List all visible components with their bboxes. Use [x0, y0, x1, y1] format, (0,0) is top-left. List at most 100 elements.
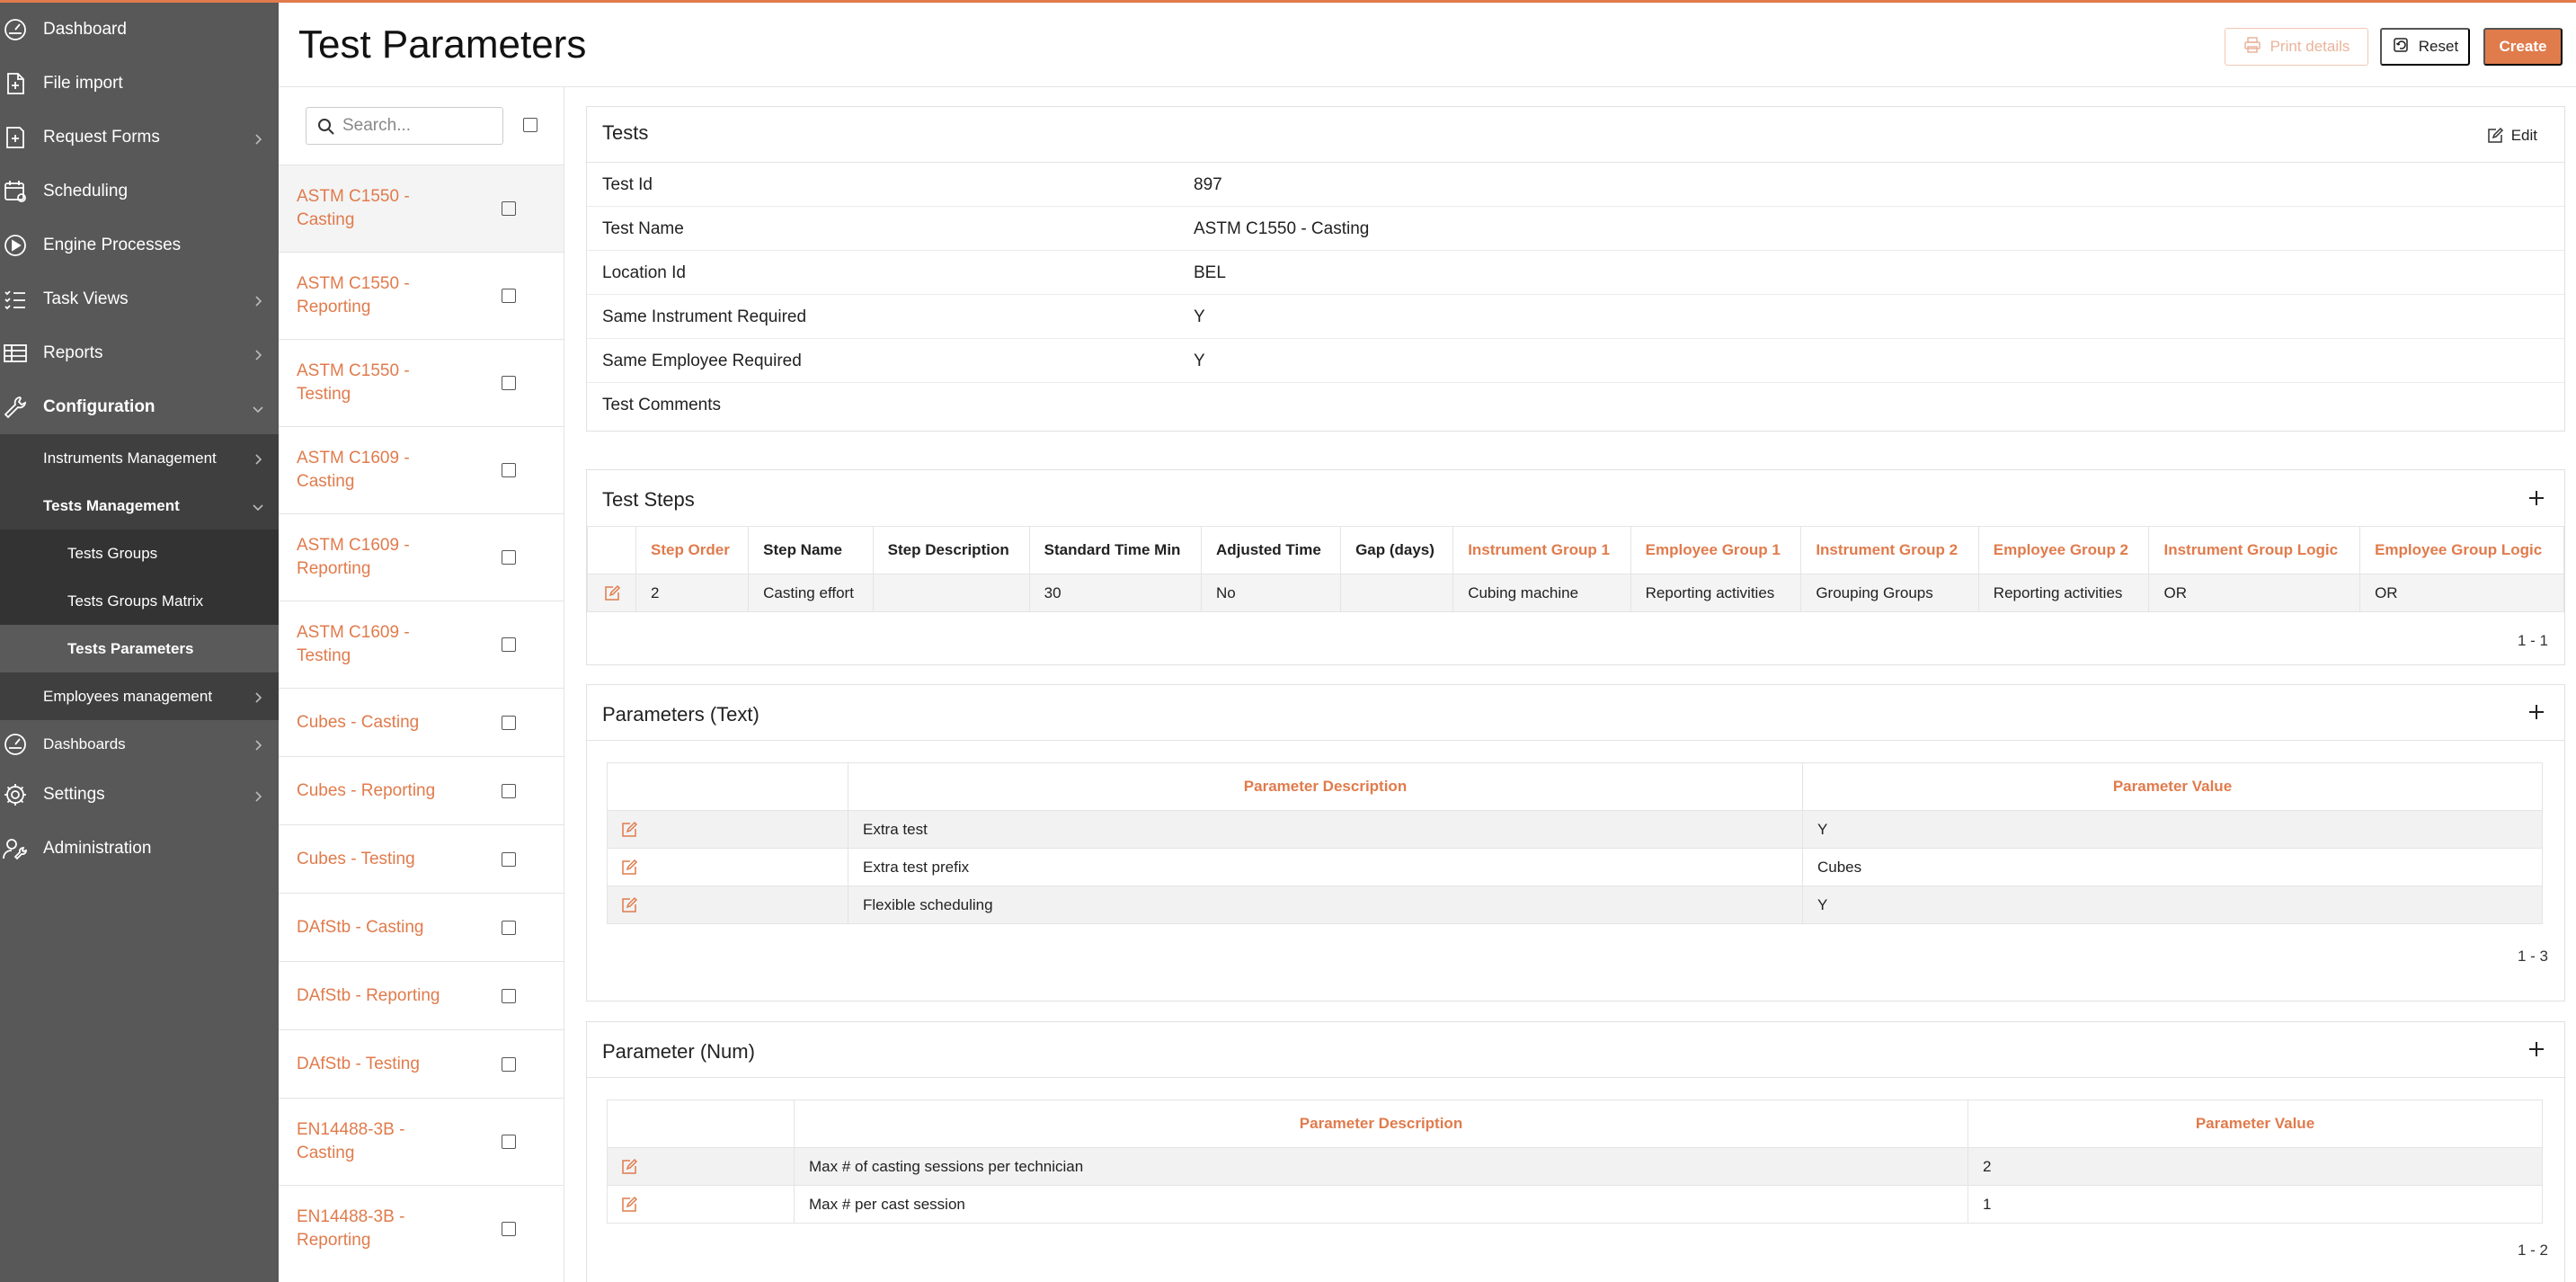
test-list-item-name[interactable]: ASTM C1609 - Casting — [297, 447, 467, 494]
test-list-item[interactable]: ASTM C1550 - Reporting — [279, 252, 564, 339]
test-list-item[interactable]: ASTM C1609 - Reporting — [279, 513, 564, 601]
row-edit-icon[interactable] — [607, 810, 848, 849]
select-all-checkbox[interactable] — [523, 118, 537, 132]
test-list-item-name[interactable]: Cubes - Reporting — [297, 779, 467, 803]
printer-icon — [2243, 36, 2261, 58]
column-header[interactable]: Parameter Value — [1968, 1099, 2543, 1148]
table-header-row: Parameter Description Parameter Value — [607, 762, 2543, 811]
sidebar-item-scheduling[interactable]: Scheduling — [0, 165, 279, 218]
sidebar-item-engine-processes[interactable]: Engine Processes — [0, 218, 279, 272]
test-list-item[interactable]: EN14488-3B - Casting — [279, 1098, 564, 1185]
chevron-right-icon — [252, 788, 264, 802]
column-header[interactable]: Gap (days) — [1340, 526, 1454, 574]
edit-column-header — [607, 762, 848, 811]
column-header[interactable]: Step Name — [748, 526, 874, 574]
column-header[interactable]: Step Description — [872, 526, 1030, 574]
test-list-item-name[interactable]: EN14488-3B - Casting — [297, 1118, 467, 1165]
test-list-item[interactable]: ASTM C1609 - Testing — [279, 601, 564, 688]
test-list-item-name[interactable]: Cubes - Testing — [297, 848, 467, 871]
create-button[interactable]: Create — [2483, 28, 2563, 66]
test-list-item[interactable]: DAfStb - Testing — [279, 1029, 564, 1098]
print-details-button[interactable]: Print details — [2225, 28, 2368, 66]
test-list-item-checkbox[interactable] — [502, 1056, 516, 1072]
row-edit-icon[interactable] — [607, 886, 848, 924]
test-list-item[interactable]: Cubes - Reporting — [279, 756, 564, 824]
test-steps-table-wrap: Step Order Step Name Step Description Stand… — [587, 526, 2564, 612]
search-input[interactable] — [342, 108, 501, 144]
test-list-item-checkbox[interactable] — [502, 783, 516, 798]
test-list-item[interactable]: Cubes - Testing — [279, 824, 564, 893]
test-list-item-checkbox[interactable] — [502, 201, 516, 216]
test-list-item[interactable]: ASTM C1550 - Casting — [279, 165, 564, 252]
column-header[interactable]: Parameter Description — [794, 1099, 1968, 1148]
column-header[interactable]: Employee Group 2 — [1977, 526, 2150, 574]
tests-field-row: Test Comments — [587, 383, 2564, 427]
sidebar-sub-tests-management[interactable]: Tests Management — [0, 482, 279, 530]
sidebar-sub-tests-groups-matrix[interactable]: Tests Groups Matrix — [0, 577, 279, 625]
edit-button[interactable]: Edit — [2486, 127, 2537, 145]
column-header[interactable]: Parameter Description — [848, 762, 1803, 811]
test-list-item-name[interactable]: ASTM C1550 - Casting — [297, 185, 467, 232]
test-list-item-checkbox[interactable] — [502, 1135, 516, 1149]
column-header[interactable]: Standard Time Min — [1028, 526, 1202, 574]
column-header[interactable]: Employee Group 1 — [1630, 526, 1802, 574]
add-text-parameter-plus-icon[interactable] — [2527, 702, 2546, 722]
test-list-item-checkbox[interactable] — [502, 550, 516, 565]
sidebar-item-task-views[interactable]: Task Views — [0, 272, 279, 326]
sidebar-sub-tests-groups[interactable]: Tests Groups — [0, 530, 279, 577]
sidebar-item-file-import[interactable]: File import — [0, 57, 279, 111]
test-list-item-checkbox[interactable] — [502, 376, 516, 390]
sidebar-sub-employees-management[interactable]: Employees management — [0, 672, 279, 720]
sidebar-sub-instruments-management[interactable]: Instruments Management — [0, 434, 279, 482]
add-step-plus-icon[interactable] — [2527, 488, 2546, 508]
test-list-item[interactable]: EN14488-3B - Reporting — [279, 1185, 564, 1272]
table-cell — [872, 574, 1030, 612]
sidebar-sub-tests-parameters[interactable]: Tests Parameters — [0, 625, 279, 672]
reset-button[interactable]: Reset — [2380, 28, 2470, 66]
column-header[interactable]: Employee Group Logic — [2359, 526, 2564, 574]
test-list-item-checkbox[interactable] — [502, 289, 516, 303]
row-edit-icon[interactable] — [607, 1185, 795, 1224]
sidebar-item-dashboards[interactable]: Dashboards — [0, 720, 279, 768]
test-list-item-name[interactable]: EN14488-3B - Reporting — [297, 1206, 467, 1252]
row-edit-icon[interactable] — [587, 574, 636, 612]
test-list-item[interactable]: DAfStb - Casting — [279, 893, 564, 961]
test-list-item-name[interactable]: ASTM C1609 - Testing — [297, 621, 467, 668]
sidebar-item-administration[interactable]: Administration — [0, 822, 279, 876]
test-list-item-checkbox[interactable] — [502, 920, 516, 935]
test-list-item-checkbox[interactable] — [502, 637, 516, 652]
test-list-item[interactable]: Cubes - Casting — [279, 688, 564, 756]
sidebar-item-dashboard[interactable]: Dashboard — [0, 3, 279, 57]
sidebar-item-reports[interactable]: Reports — [0, 326, 279, 380]
column-header[interactable]: Step Order — [635, 526, 750, 574]
test-list-item-name[interactable]: ASTM C1609 - Reporting — [297, 534, 467, 581]
column-header[interactable]: Instrument Group 2 — [1800, 526, 1979, 574]
column-header[interactable]: Adjusted Time — [1200, 526, 1342, 574]
test-list-item[interactable]: ASTM C1550 - Testing — [279, 339, 564, 426]
sidebar-item-settings[interactable]: Settings — [0, 768, 279, 822]
test-list-item-checkbox[interactable] — [502, 988, 516, 1003]
test-list-item-name[interactable]: Cubes - Casting — [297, 711, 467, 734]
sidebar-item-configuration[interactable]: Configuration — [0, 380, 279, 434]
test-list-item-name[interactable]: DAfStb - Testing — [297, 1053, 467, 1076]
test-list-item-checkbox[interactable] — [502, 1222, 516, 1236]
test-list-item-name[interactable]: DAfStb - Casting — [297, 916, 467, 939]
add-num-parameter-plus-icon[interactable] — [2527, 1039, 2546, 1059]
column-header[interactable]: Instrument Group Logic — [2148, 526, 2361, 574]
test-list-item-checkbox[interactable] — [502, 715, 516, 730]
test-list-item-name[interactable]: ASTM C1550 - Reporting — [297, 272, 467, 319]
test-list-item[interactable]: DAfStb - Reporting — [279, 961, 564, 1029]
test-list-item-name[interactable]: DAfStb - Reporting — [297, 984, 467, 1008]
test-list-item-checkbox[interactable] — [502, 463, 516, 477]
column-header[interactable]: Parameter Value — [1802, 762, 2543, 811]
tests-field-row: Test Name ASTM C1550 - Casting — [587, 207, 2564, 251]
test-list-item-checkbox[interactable] — [502, 851, 516, 867]
row-edit-icon[interactable] — [607, 1147, 795, 1186]
row-edit-icon[interactable] — [607, 848, 848, 886]
table-cell: Extra test prefix — [848, 848, 1803, 886]
sidebar-item-label: Engine Processes — [43, 236, 182, 254]
column-header[interactable]: Instrument Group 1 — [1452, 526, 1631, 574]
sidebar-item-request-forms[interactable]: Request Forms — [0, 111, 279, 165]
test-list-item-name[interactable]: ASTM C1550 - Testing — [297, 360, 467, 406]
test-list-item[interactable]: ASTM C1609 - Casting — [279, 426, 564, 513]
